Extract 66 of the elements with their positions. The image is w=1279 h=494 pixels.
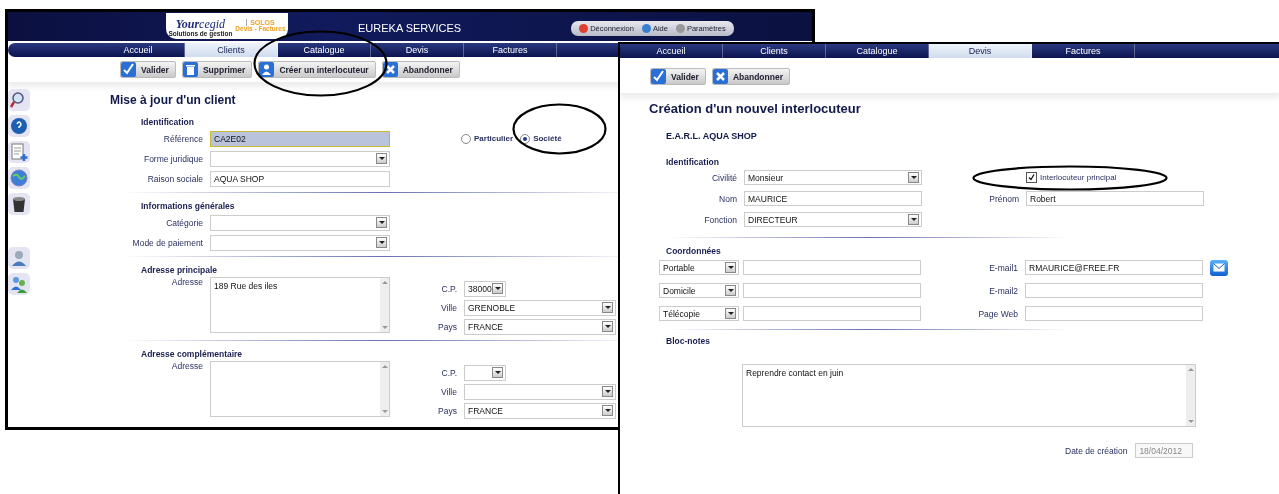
dropdown-field[interactable]: Monsieur (744, 170, 922, 185)
field-label: C.P. (440, 283, 457, 294)
field-label: C.P. (440, 367, 457, 378)
checkbox-label: Interlocuteur principal (1040, 173, 1117, 182)
toolbar-button[interactable]: Supprimer (181, 61, 253, 78)
input-field[interactable]: AQUA SHOP (210, 170, 390, 187)
dropdown-field[interactable]: Télécopie (659, 306, 739, 321)
field-label: Ville (440, 302, 457, 313)
section-heading: Identification (141, 117, 194, 127)
nav-tab[interactable]: Catalogue (278, 43, 371, 57)
section-heading: Coordonnées (666, 246, 721, 256)
dropdown-field[interactable]: DIRECTEUR (744, 212, 922, 227)
dropdown-field[interactable]: Domicile (659, 283, 739, 298)
input-field[interactable]: CA2E02 (210, 130, 390, 147)
nav-tab[interactable]: Factures (1032, 44, 1135, 58)
nav-tab[interactable]: Devis (371, 43, 464, 57)
nav-tab[interactable]: Devis (929, 44, 1032, 58)
logo-text: Yourcegid (175, 15, 226, 31)
toolbar-button[interactable]: Valider (650, 68, 706, 85)
section-heading: Identification (666, 157, 719, 167)
field-label: Civilité (710, 172, 737, 183)
text-area[interactable]: Reprendre contact en juin (742, 364, 1196, 427)
field-label: Mode de paiement (131, 237, 203, 248)
company-name: E.A.R.L. AQUA SHOP (666, 131, 757, 141)
nav-tab[interactable]: Accueil (620, 44, 723, 58)
input-field[interactable]: Robert (1026, 191, 1204, 206)
section-heading: Bloc-notes (666, 336, 710, 346)
dropdown-field[interactable]: FRANCE (464, 402, 616, 419)
section-heading: Adresse principale (141, 265, 218, 275)
field-label: Catégorie (165, 217, 203, 228)
field-label: Adresse (170, 277, 203, 287)
field-label: Pays (437, 321, 457, 332)
input-field[interactable]: RMAURICE@FREE.FR (1025, 260, 1203, 275)
field-label: Fonction (703, 214, 737, 225)
field-label: Référence (162, 133, 203, 144)
dropdown-field[interactable]: Portable (659, 260, 739, 275)
dropdown-field[interactable]: 38000 (464, 280, 506, 297)
radio-label: Particulier (474, 134, 514, 143)
field-label: Page Web (977, 308, 1018, 319)
field-label: Forme juridique (142, 153, 203, 164)
nav-tab[interactable]: Factures (464, 43, 557, 57)
text-area[interactable]: 189 Rue des iles (210, 277, 390, 333)
dropdown-field[interactable]: GRENOBLE (464, 299, 616, 316)
dropdown-field[interactable]: FRANCE (464, 318, 616, 335)
toolbar-button[interactable]: Abandonner (711, 68, 790, 85)
nav-tab[interactable]: Clients (185, 43, 278, 57)
section-heading: Informations générales (141, 201, 235, 211)
field-label: Ville (440, 386, 457, 397)
section-heading: Adresse complémentaire (141, 349, 243, 359)
page-title: Création d'un nouvel interlocuteur (649, 101, 861, 116)
nav-tab[interactable]: Clients (723, 44, 826, 58)
toolbar-button[interactable]: Valider (120, 61, 176, 78)
company-name: EUREKA SERVICES (358, 22, 462, 34)
field-label: Pays (437, 405, 457, 416)
input-field[interactable]: MAURICE (744, 191, 922, 206)
toolbar-button[interactable]: Abandonner (381, 61, 460, 78)
field-label: Adresse (170, 361, 203, 371)
field-label: E-mail1 (988, 262, 1018, 273)
field-label: Prénom (988, 193, 1019, 204)
field-label: Raison sociale (146, 173, 203, 184)
field-label: E-mail2 (988, 285, 1018, 296)
page-title: Mise à jour d'un client (110, 93, 236, 107)
field-label: Date de création (1065, 445, 1128, 456)
toolbar-button[interactable]: Créer un interlocuteur (258, 61, 376, 78)
radio-label: Société (533, 134, 562, 143)
field-label: Nom (718, 193, 737, 204)
